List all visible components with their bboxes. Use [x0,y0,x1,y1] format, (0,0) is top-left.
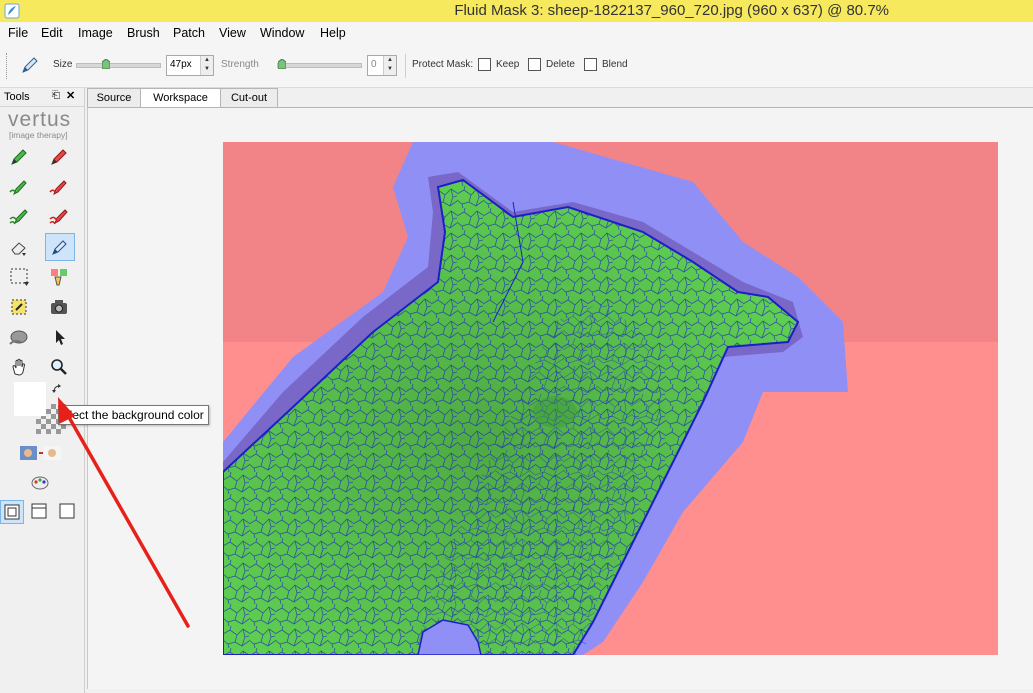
app-icon [4,3,20,19]
vertus-logo: vertus [8,108,72,131]
smudge-tool[interactable] [6,324,32,350]
green-brush-icon [9,209,28,225]
patch-select-tool[interactable] [46,264,72,290]
menu-view[interactable]: View [219,26,246,40]
menu-file[interactable]: File [8,26,28,40]
vertus-tagline: [image therapy] [9,130,68,140]
tools-panel: Tools ⎗ ✕ vertus [image therapy] [0,88,85,693]
strength-up-icon[interactable]: ▲ [384,56,396,65]
compare-tool[interactable] [16,440,64,466]
size-label: Size [53,59,73,70]
toolbar: Size 47px ▲ ▼ Strength 0 ▲ ▼ Protect Mask:… [0,44,1033,88]
tooltip: elect the background color [58,405,209,425]
toolbar-divider [405,54,406,78]
size-down-icon[interactable]: ▼ [201,65,213,74]
delete-local-brush-tool[interactable] [46,174,72,200]
size-value[interactable]: 47px [170,59,192,70]
workspace-canvas[interactable] [87,107,1033,689]
compare-icon [20,446,61,460]
eraser-icon [11,242,26,256]
palette-tool[interactable] [27,470,53,496]
strength-stepper[interactable]: 0 ▲ ▼ [367,55,397,76]
green-brush-icon [9,180,27,196]
single-view-icon [4,504,20,520]
keep-label: Keep [496,59,520,70]
find-edges-tool[interactable] [6,294,32,320]
strength-label: Strength [221,59,259,70]
eraser-tool[interactable] [6,234,32,260]
hand-tool[interactable] [6,354,32,380]
delete-label: Delete [546,59,575,70]
blend-label: Blend [602,59,628,70]
mask-overlay [223,142,998,655]
close-icon[interactable]: ✕ [66,89,75,102]
window-title: Fluid Mask 3: sheep-1822137_960_720.jpg … [454,2,889,19]
size-slider[interactable] [76,59,161,69]
size-up-icon[interactable]: ▲ [201,56,213,65]
keep-patch-brush-tool[interactable] [6,204,32,230]
menu-patch[interactable]: Patch [173,26,205,40]
view-mode-full[interactable] [56,500,82,526]
red-brush-icon [49,180,67,196]
strength-down-icon[interactable]: ▼ [384,65,396,74]
keep-checkbox[interactable] [478,58,491,71]
size-stepper[interactable]: 47px ▲ ▼ [166,55,214,76]
blend-brush-tool[interactable] [45,233,75,261]
snapshot-tool[interactable] [46,294,72,320]
delete-patch-brush-tool[interactable] [46,204,72,230]
blend-checkbox[interactable] [584,58,597,71]
pointer-icon [56,330,65,345]
zoom-icon [51,359,67,375]
protect-mask-label: Protect Mask: [412,59,474,70]
full-view-icon [59,503,75,519]
swap-icon[interactable] [52,384,62,394]
menu-help[interactable]: Help [320,26,346,40]
blue-brush-icon [52,240,67,255]
marquee-icon [10,268,29,286]
size-slider-thumb[interactable] [102,59,110,69]
tools-title: Tools [4,91,30,103]
tab-source[interactable]: Source [87,88,141,108]
wand-icon [11,299,27,315]
view-mode-split[interactable] [28,500,54,526]
patch-icon [51,269,67,286]
masked-image[interactable] [223,142,998,655]
keep-local-brush-tool[interactable] [6,174,32,200]
red-brush-icon [51,149,67,165]
menu-bar: File Edit Image Brush Patch View Window … [0,22,1033,44]
toolbar-grip[interactable] [6,53,9,79]
split-view-icon [31,503,47,519]
keep-brush-tool[interactable] [6,144,32,170]
marquee-tool[interactable] [6,264,32,290]
tools-panel-header: Tools ⎗ ✕ [0,88,84,107]
foreground-color-swatch[interactable] [14,382,46,416]
strength-slider-thumb[interactable] [278,59,286,69]
strength-value[interactable]: 0 [371,59,377,70]
title-bar: Fluid Mask 3: sheep-1822137_960_720.jpg … [0,0,1033,22]
menu-image[interactable]: Image [78,26,113,40]
tab-workspace[interactable]: Workspace [140,88,221,109]
menu-window[interactable]: Window [260,26,304,40]
strength-slider[interactable] [277,59,362,69]
menu-brush[interactable]: Brush [127,26,160,40]
hand-icon [12,358,26,376]
palette-icon [31,476,49,490]
view-tabs: Source Workspace Cut-out [87,88,1033,109]
tab-cut-out[interactable]: Cut-out [220,88,278,108]
red-brush-icon [49,209,68,225]
blob-icon [9,330,28,345]
delete-brush-tool[interactable] [46,144,72,170]
camera-icon [51,300,67,314]
float-icon[interactable]: ⎗ [52,90,60,101]
pointer-tool[interactable] [46,324,72,350]
menu-edit[interactable]: Edit [41,26,63,40]
green-brush-icon [11,149,27,165]
view-mode-single[interactable] [0,500,24,524]
delete-checkbox[interactable] [528,58,541,71]
zoom-tool[interactable] [46,354,72,380]
pencil-icon[interactable] [20,55,40,75]
